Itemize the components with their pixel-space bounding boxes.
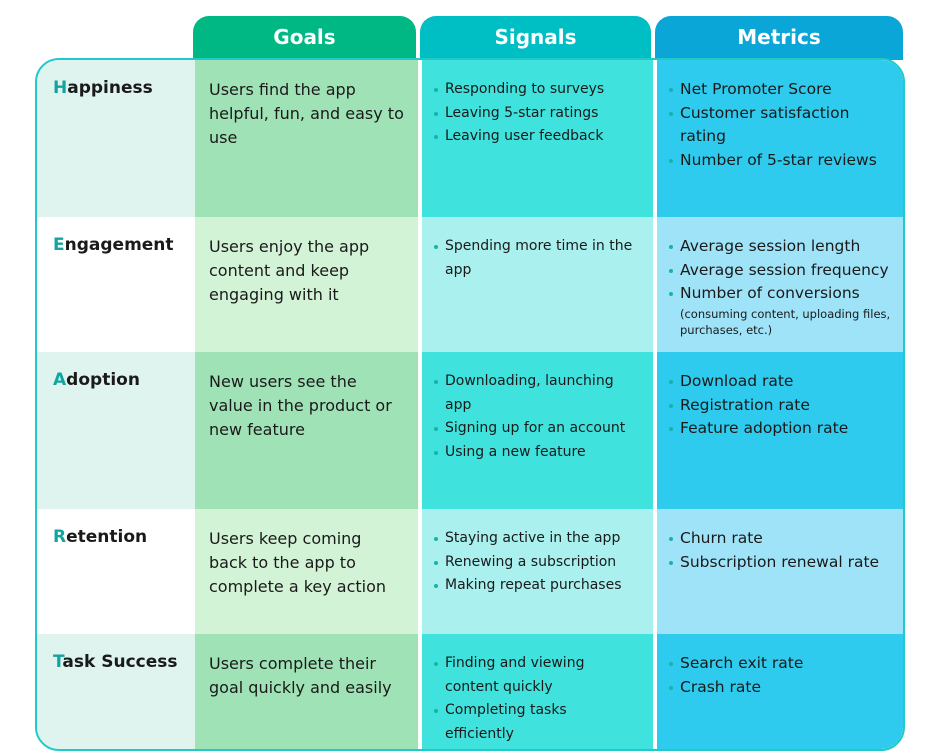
row-label: Engagement: [37, 217, 195, 352]
metric-item: Feature adoption rate: [667, 417, 893, 441]
signals-cell: Staying active in the app Renewing a subs…: [422, 509, 653, 634]
goal-text: Users enjoy the app content and keep eng…: [209, 237, 370, 304]
label-rest: ngagement: [64, 235, 174, 255]
label-rest: doption: [66, 370, 140, 390]
signals-list: Spending more time in the app: [432, 235, 639, 282]
goal-text: Users find the app helpful, fun, and eas…: [209, 80, 404, 147]
metric-item: Subscription renewal rate: [667, 551, 893, 575]
metric-item: Churn rate: [667, 527, 893, 551]
metric-item: Download rate: [667, 370, 893, 394]
label-rest: appiness: [67, 78, 153, 98]
goal-text: Users keep coming back to the app to com…: [209, 529, 387, 596]
signal-item: Spending more time in the app: [432, 235, 639, 282]
label-rest: ask Success: [62, 652, 178, 672]
metric-item: Number of conversions: [667, 282, 893, 306]
signal-item: Signing up for an account: [432, 417, 639, 441]
goal-text: New users see the value in the product o…: [209, 372, 392, 439]
metrics-list: Average session length Average session fr…: [667, 235, 893, 306]
metric-item: Average session length: [667, 235, 893, 259]
label-initial: E: [53, 235, 65, 255]
metrics-cell: Search exit rate Crash rate: [657, 634, 903, 749]
signals-list: Staying active in the app Renewing a subs…: [432, 527, 639, 598]
label-rest: etention: [66, 527, 148, 547]
signal-item: Renewing a subscription: [432, 551, 639, 575]
metrics-cell: Net Promoter Score Customer satisfaction …: [657, 60, 903, 217]
metric-item: Customer satisfaction rating: [667, 102, 893, 149]
metrics-cell: Churn rate Subscription renewal rate: [657, 509, 903, 634]
label-initial: A: [53, 370, 67, 390]
metric-item: Number of 5-star reviews: [667, 149, 893, 173]
signal-item: Leaving user feedback: [432, 125, 639, 149]
metrics-list: Download rate Registration rate Feature ad…: [667, 370, 893, 441]
signal-item: Staying active in the app: [432, 527, 639, 551]
goal-cell: Users complete their goal quickly and ea…: [195, 634, 418, 749]
metrics-list: Net Promoter Score Customer satisfaction …: [667, 78, 893, 172]
signal-item: Using a new feature: [432, 441, 639, 465]
row-label: Happiness: [37, 60, 195, 217]
metrics-list: Churn rate Subscription renewal rate: [667, 527, 893, 574]
signals-cell: Spending more time in the app: [422, 217, 653, 352]
metric-item: Search exit rate: [667, 652, 893, 676]
goal-cell: Users enjoy the app content and keep eng…: [195, 217, 418, 352]
metrics-cell: Download rate Registration rate Feature ad…: [657, 352, 903, 509]
label-initial: T: [53, 652, 63, 672]
goal-cell: Users keep coming back to the app to com…: [195, 509, 418, 634]
signal-item: Downloading, launching app: [432, 370, 639, 417]
signal-item: Completing tasks efficiently: [432, 699, 639, 746]
metric-item: Registration rate: [667, 394, 893, 418]
row-label: Task Success: [37, 634, 195, 749]
heart-table: Happiness Users find the app helpful, fun…: [35, 58, 905, 751]
label-initial: R: [53, 527, 67, 547]
signals-cell: Finding and viewing content quickly Compl…: [422, 634, 653, 749]
row-label: Adoption: [37, 352, 195, 509]
signals-cell: Downloading, launching app Signing up for…: [422, 352, 653, 509]
goal-cell: Users find the app helpful, fun, and eas…: [195, 60, 418, 217]
metric-item: Net Promoter Score: [667, 78, 893, 102]
signal-item: Leaving 5-star ratings: [432, 102, 639, 126]
signal-item: Making repeat purchases: [432, 574, 639, 598]
goal-cell: New users see the value in the product o…: [195, 352, 418, 509]
metrics-cell: Average session length Average session fr…: [657, 217, 903, 352]
metrics-header: Metrics: [655, 16, 903, 60]
signals-list: Downloading, launching app Signing up for…: [432, 370, 639, 464]
metric-item: Average session frequency: [667, 259, 893, 283]
signal-item: Responding to surveys: [432, 78, 639, 102]
signals-cell: Responding to surveys Leaving 5-star rati…: [422, 60, 653, 217]
signals-list: Responding to surveys Leaving 5-star rati…: [432, 78, 639, 149]
goals-header: Goals: [193, 16, 416, 60]
row-label: Retention: [37, 509, 195, 634]
label-initial: H: [53, 78, 68, 98]
goal-text: Users complete their goal quickly and ea…: [209, 654, 392, 697]
metrics-list: Search exit rate Crash rate: [667, 652, 893, 699]
signals-header: Signals: [420, 16, 651, 60]
signal-item: Finding and viewing content quickly: [432, 652, 639, 699]
signals-list: Finding and viewing content quickly Compl…: [432, 652, 639, 746]
metric-item: Crash rate: [667, 676, 893, 700]
metric-note: (consuming content, uploading files, pur…: [680, 306, 891, 337]
